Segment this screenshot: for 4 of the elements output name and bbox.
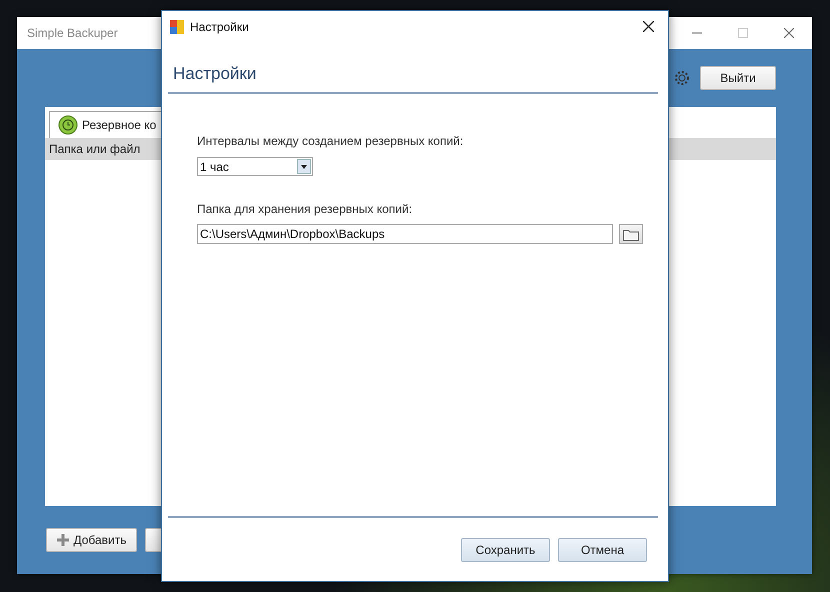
window-title: Simple Backuper [27,26,118,40]
dialog-title: Настройки [190,20,250,34]
folder-label: Папка для хранения резервных копий: [197,202,414,216]
dialog-heading: Настройки [173,64,258,84]
